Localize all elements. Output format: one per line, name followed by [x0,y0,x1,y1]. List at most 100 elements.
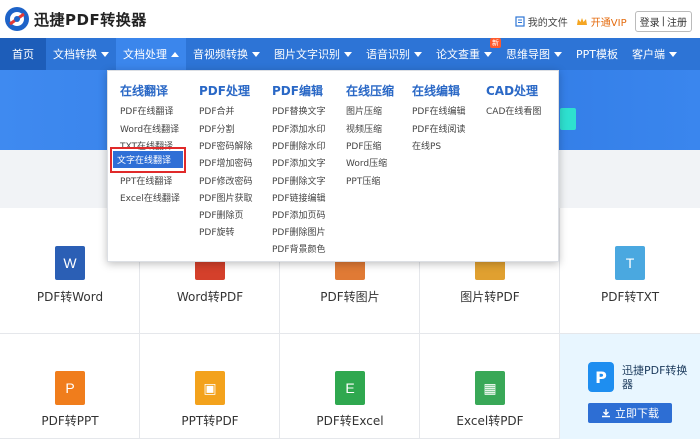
nav-label: 文档处理 [123,48,167,61]
nav-label: 首页 [12,48,34,61]
nav-label: 客户端 [632,48,665,61]
nav-label: 思维导图 [506,48,550,61]
nav-ppt-template[interactable]: PPT模板 [569,38,625,70]
tool-label: 图片转PDF [460,290,520,304]
nav-client[interactable]: 客户端 [625,38,684,70]
nav-mindmap[interactable]: 思维导图 [499,38,569,70]
register-button[interactable]: 注册 [667,14,687,29]
nav-home[interactable]: 首页 [0,38,46,70]
caret-down-icon [554,51,562,57]
menu-item[interactable]: PDF压缩 [346,139,382,152]
tool-label: Word转PDF [176,290,244,304]
login-button[interactable]: 登录 [640,14,660,29]
menu-item[interactable]: PDF删除文字 [272,174,326,187]
word-icon: W [55,246,85,280]
brand-name[interactable]: 迅捷PDF转换器 [34,9,147,30]
menu-item[interactable]: PDF在线翻译 [120,104,174,117]
menu-item[interactable]: Word压缩 [346,156,387,169]
download-label: 立即下载 [615,407,659,420]
menu-item[interactable]: PDF删除图片 [272,225,326,238]
menu-item[interactable]: 在线PS [412,139,441,152]
menu-col-title: 在线编辑 [412,84,461,98]
tool-label: PDF转PPT [41,414,99,428]
menu-col-title: CAD处理 [486,84,539,98]
tool-card-pdf-to-excel[interactable]: E PDF转Excel [280,334,420,439]
nav-label: 语音识别 [366,48,410,61]
menu-item[interactable]: PDF密码解除 [199,139,253,152]
menu-item[interactable]: PDF添加水印 [272,122,326,135]
my-files-link[interactable]: 我的文件 [515,14,568,29]
caret-down-icon [414,51,422,57]
caret-down-icon [484,51,492,57]
tool-label: Excel转PDF [456,414,524,428]
menu-item[interactable]: PDF合并 [199,104,235,117]
menu-item[interactable]: 视频压缩 [346,122,382,135]
menu-item[interactable]: PDF旋转 [199,225,235,238]
excel-icon: E [335,371,365,405]
promo-title: 迅捷PDF转换器 [622,364,688,391]
menu-item[interactable]: CAD在线看图 [486,104,541,117]
tool-card-excel-to-pdf[interactable]: ▦ Excel转PDF [420,334,560,439]
ppt-icon: P [55,371,85,405]
nav-label: PPT模板 [576,48,618,61]
download-icon [602,409,610,418]
tool-card-ppt-to-pdf[interactable]: ▣ PPT转PDF [140,334,280,439]
menu-item[interactable]: PDF在线编辑 [412,104,466,117]
menu-item[interactable]: PPT压缩 [346,174,380,187]
menu-item[interactable]: PDF链接编辑 [272,191,326,204]
nav-doc-process[interactable]: 文档处理 [116,38,186,70]
caret-down-icon [669,51,677,57]
nav-label: 音视频转换 [193,48,248,61]
menu-item[interactable]: 图片压缩 [346,104,382,117]
menu-item[interactable]: PDF删除页 [199,208,244,221]
download-button[interactable]: 立即下载 [588,403,672,423]
nav-doc-convert[interactable]: 文档转换 [46,38,116,70]
nav-plagiarism[interactable]: 论文查重新 [429,38,501,70]
menu-item[interactable]: PDF添加文字 [272,156,326,169]
caret-down-icon [101,51,109,57]
tool-label: PDF转Excel [316,414,384,428]
menu-item[interactable]: PDF在线阅读 [412,122,466,135]
menu-item[interactable]: PDF替换文字 [272,104,326,117]
excel-file-icon: ▦ [475,371,505,405]
menu-col-title: PDF编辑 [272,84,323,98]
menu-item[interactable]: PDF分割 [199,122,235,135]
menu-col-title: PDF处理 [199,84,250,98]
menu-item[interactable]: PDF删除水印 [272,139,326,152]
highlight-box [110,147,186,173]
nav-ocr[interactable]: 图片文字识别 [267,38,359,70]
nav-label: 图片文字识别 [274,48,340,61]
menu-col-title: 在线压缩 [346,84,395,98]
nav-speech[interactable]: 语音识别 [359,38,429,70]
crown-icon [576,17,587,25]
vip-label: 开通VIP [590,18,627,29]
caret-up-icon [171,51,179,57]
menu-item[interactable]: PDF修改密码 [199,174,253,187]
download-promo: P 迅捷PDF转换器 立即下载 [560,334,700,439]
menu-item[interactable]: PDF添加页码 [272,208,326,221]
file-icon [515,16,525,27]
nav-av-convert[interactable]: 音视频转换 [186,38,267,70]
menu-item[interactable]: PPT在线翻译 [120,174,172,187]
divider: | [661,16,665,27]
tool-card-pdf-to-txt[interactable]: T PDF转TXT [560,208,700,334]
vip-link[interactable]: 开通VIP [576,14,627,29]
tool-label: PDF转图片 [320,290,380,304]
menu-item[interactable]: PDF增加密码 [199,156,253,169]
top-bar: 迅捷PDF转换器 我的文件 开通VIP 登录 | 注册 [0,0,700,38]
my-files-label: 我的文件 [527,18,568,29]
menu-item[interactable]: PDF图片获取 [199,191,253,204]
tool-label: PPT转PDF [181,414,239,428]
nav-label: 文档转换 [53,48,97,61]
banner-button[interactable] [560,108,576,130]
caret-down-icon [344,51,352,57]
tool-label: PDF转TXT [600,290,660,304]
main-nav: 首页 文档转换 文档处理 音视频转换 图片文字识别 语音识别 论文查重新 思维导… [0,38,700,70]
menu-item[interactable]: Word在线翻译 [120,122,179,135]
ppt-file-icon: ▣ [195,371,225,405]
login-register-box: 登录 | 注册 [634,11,692,32]
tool-card-pdf-to-ppt[interactable]: P PDF转PPT [0,334,140,439]
menu-col-title: 在线翻译 [120,84,169,98]
menu-item[interactable]: PDF背景颜色 [272,242,326,255]
menu-item[interactable]: Excel在线翻译 [120,191,180,204]
